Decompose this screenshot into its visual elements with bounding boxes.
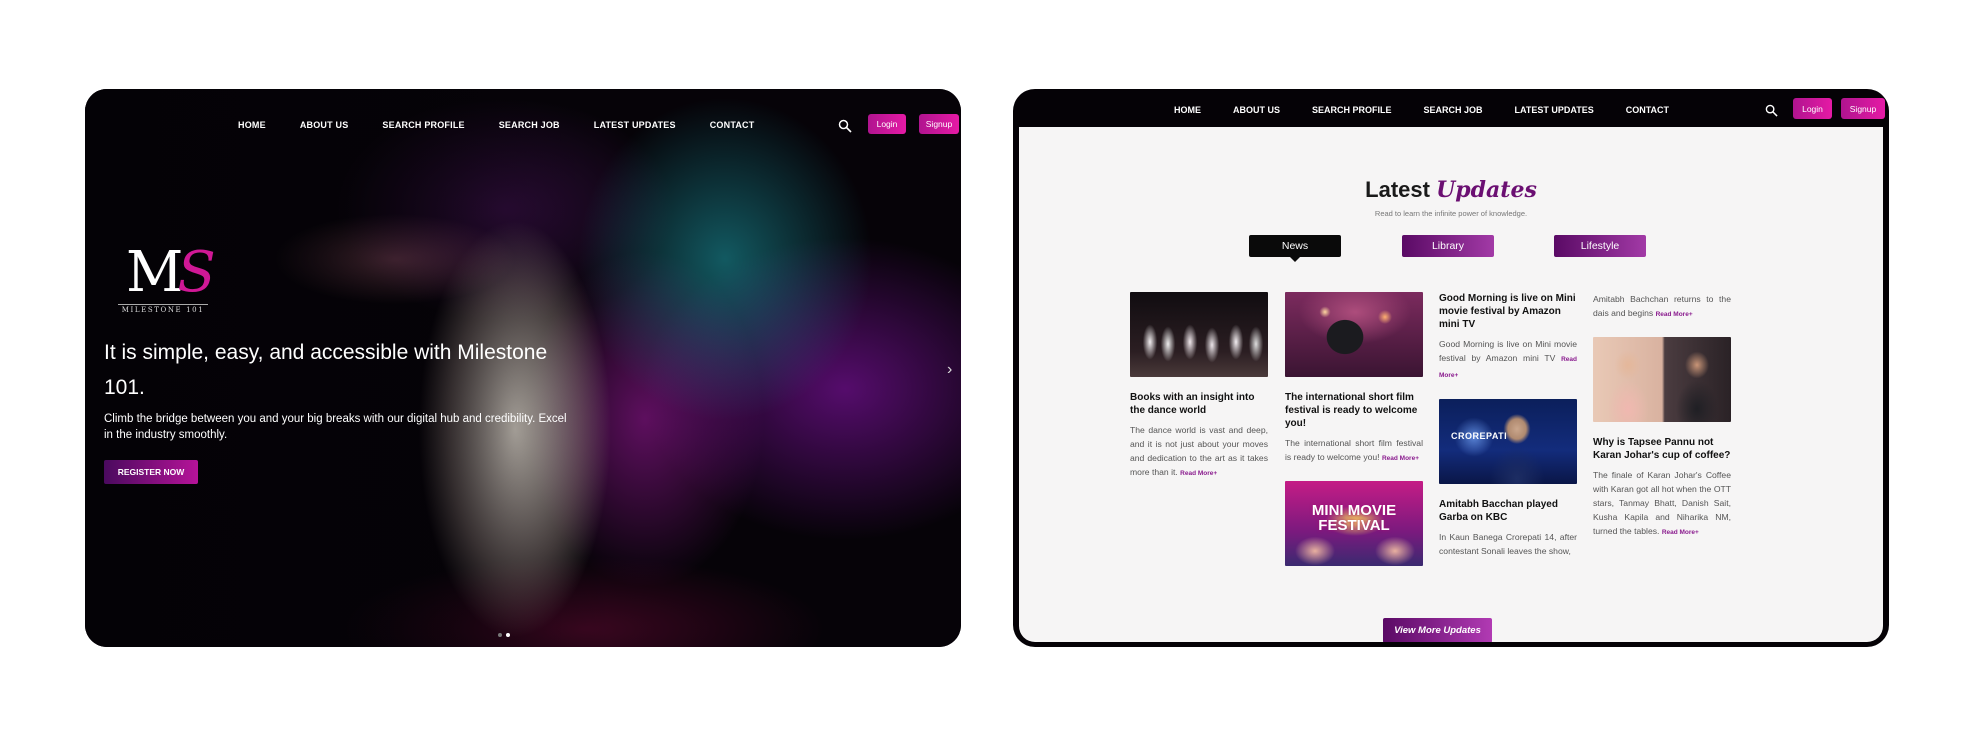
card-excerpt: Amitabh Bachchan returns to the dais and… (1593, 292, 1731, 322)
nav-item-latest-updates[interactable]: LATEST UPDATES (1515, 105, 1594, 115)
nav-item-contact[interactable]: CONTACT (1626, 105, 1669, 115)
card-excerpt: In Kaun Banega Crorepati 14, after conte… (1439, 532, 1577, 556)
news-card: Books with an insight into the dance wor… (1130, 292, 1268, 481)
device-mockup-home: HOME ABOUT US SEARCH PROFILE SEARCH JOB … (85, 89, 961, 647)
section-title-plain: Latest (1365, 177, 1430, 202)
nav-links: HOME ABOUT US SEARCH PROFILE SEARCH JOB … (238, 120, 788, 130)
nav-links: HOME ABOUT US SEARCH PROFILE SEARCH JOB … (1174, 105, 1701, 115)
card-excerpt-text: The finale of Karan Johar's Coffee with … (1593, 470, 1731, 536)
login-button[interactable]: Login (1793, 98, 1832, 119)
signup-button[interactable]: Signup (1841, 98, 1885, 119)
read-more-link[interactable]: Read More+ (1662, 529, 1699, 536)
read-more-link[interactable]: Read More+ (1656, 311, 1693, 318)
logo-mark: MS (126, 240, 216, 305)
news-card: Amitabh Bachchan returns to the dais and… (1593, 292, 1731, 322)
top-navbar: HOME ABOUT US SEARCH PROFILE SEARCH JOB … (85, 89, 961, 149)
device-mockup-updates: HOME ABOUT US SEARCH PROFILE SEARCH JOB … (1013, 89, 1889, 647)
card-image-ballet[interactable] (1130, 292, 1268, 377)
carousel-dot[interactable] (498, 633, 502, 637)
nav-item-latest-updates[interactable]: LATEST UPDATES (594, 120, 676, 130)
kbc-image-text: CROREPATI (1451, 431, 1508, 441)
signup-button[interactable]: Signup (919, 114, 959, 134)
nav-item-search-job[interactable]: SEARCH JOB (499, 120, 560, 130)
nav-item-home[interactable]: HOME (238, 120, 266, 130)
login-button[interactable]: Login (868, 114, 906, 134)
hero-title: It is simple, easy, and accessible with … (104, 341, 548, 399)
festival-image-text: MINI MOVIE FESTIVAL (1311, 502, 1397, 534)
news-card: The international short film festival is… (1285, 292, 1423, 466)
read-more-link[interactable]: Read More+ (1382, 455, 1419, 462)
top-navbar: HOME ABOUT US SEARCH PROFILE SEARCH JOB … (1013, 89, 1889, 127)
card-title[interactable]: Amitabh Bacchan played Garba on KBC (1439, 498, 1577, 524)
section-title-highlight: Updates (1436, 177, 1537, 203)
section-title: Latest Updates (1019, 177, 1883, 203)
card-excerpt: Good Morning is live on Mini movie festi… (1439, 337, 1577, 383)
carousel-dots (498, 633, 510, 637)
latest-updates-section: Latest Updates Read to learn the infinit… (1019, 127, 1883, 642)
card-image-film-camera[interactable] (1285, 292, 1423, 377)
card-image-mini-movie-festival[interactable]: MINI MOVIE FESTIVAL (1285, 481, 1423, 566)
nav-item-search-profile[interactable]: SEARCH PROFILE (1312, 105, 1392, 115)
nav-item-about-us[interactable]: ABOUT US (1233, 105, 1280, 115)
nav-item-contact[interactable]: CONTACT (710, 120, 755, 130)
milestone-logo: MS MILESTONE 101 (118, 240, 216, 319)
carousel-dot-active[interactable] (506, 633, 510, 637)
card-image-coffee-with-karan[interactable] (1593, 337, 1731, 422)
hero-description: Climb the bridge between you and your bi… (104, 413, 567, 441)
tab-lifestyle[interactable]: Lifestyle (1554, 235, 1646, 257)
nav-item-search-profile[interactable]: SEARCH PROFILE (382, 120, 464, 130)
section-subtitle: Read to learn the infinite power of know… (1374, 209, 1528, 218)
news-card: MINI MOVIE FESTIVAL (1285, 481, 1423, 566)
search-icon[interactable] (838, 119, 852, 133)
card-excerpt: The international short film festival is… (1285, 436, 1423, 466)
card-excerpt-text: Good Morning is live on Mini movie festi… (1439, 339, 1577, 363)
card-image-kbc[interactable]: CROREPATI (1439, 399, 1577, 484)
register-now-button[interactable]: REGISTER NOW (104, 460, 198, 484)
card-title[interactable]: Books with an insight into the dance wor… (1130, 391, 1268, 417)
card-excerpt: The finale of Karan Johar's Coffee with … (1593, 468, 1731, 540)
view-more-updates-button[interactable]: View More Updates (1383, 618, 1492, 642)
card-excerpt: The dance world is vast and deep, and it… (1130, 423, 1268, 481)
tab-library[interactable]: Library (1402, 235, 1494, 257)
card-title[interactable]: Why is Tapsee Pannu not Karan Johar's cu… (1593, 436, 1731, 462)
logo-subtitle: MILESTONE 101 (118, 304, 208, 314)
nav-item-search-job[interactable]: SEARCH JOB (1424, 105, 1483, 115)
nav-item-home[interactable]: HOME (1174, 105, 1201, 115)
tab-news[interactable]: News (1249, 235, 1341, 262)
search-icon[interactable] (1765, 104, 1778, 117)
card-title[interactable]: The international short film festival is… (1285, 391, 1423, 430)
read-more-link[interactable]: Read More+ (1180, 470, 1217, 477)
chevron-right-icon[interactable]: › (947, 361, 952, 379)
news-card: Good Morning is live on Mini movie festi… (1439, 292, 1577, 383)
nav-item-about-us[interactable]: ABOUT US (300, 120, 349, 130)
card-title[interactable]: Good Morning is live on Mini movie festi… (1439, 292, 1577, 331)
news-card: CROREPATI Amitabh Bacchan played Garba o… (1439, 399, 1577, 558)
news-card: Why is Tapsee Pannu not Karan Johar's cu… (1593, 337, 1731, 540)
